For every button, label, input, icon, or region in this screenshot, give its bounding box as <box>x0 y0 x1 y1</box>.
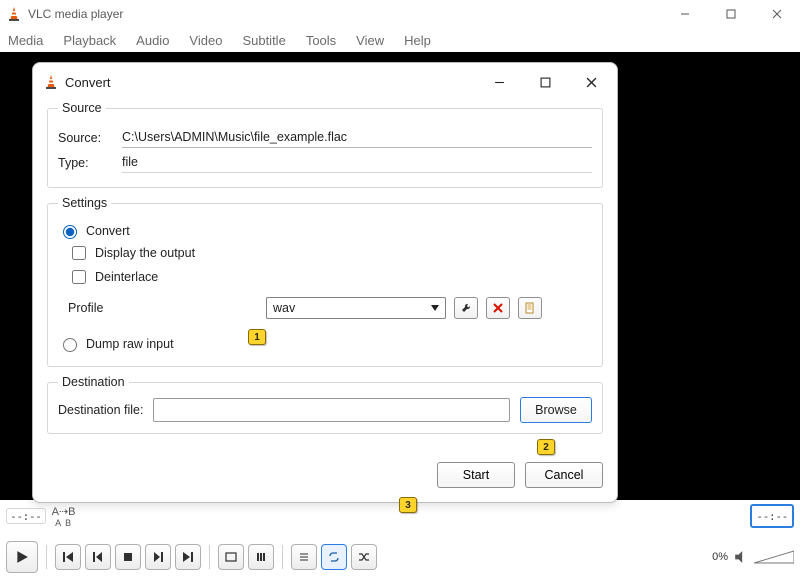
menu-help[interactable]: Help <box>404 33 431 48</box>
source-legend: Source <box>58 101 106 115</box>
main-title: VLC media player <box>28 7 123 21</box>
stop-button[interactable] <box>115 544 141 570</box>
next-button[interactable] <box>145 544 171 570</box>
destination-legend: Destination <box>58 375 129 389</box>
prev-chapter-button[interactable] <box>55 544 81 570</box>
type-value: file <box>122 152 592 173</box>
deinterlace-checkbox[interactable] <box>72 270 86 284</box>
deinterlace-label: Deinterlace <box>95 270 158 284</box>
play-button[interactable] <box>6 541 38 573</box>
playlist-button[interactable] <box>291 544 317 570</box>
fullscreen-button[interactable] <box>218 544 244 570</box>
dialog-titlebar[interactable]: Convert <box>33 63 617 101</box>
shuffle-button[interactable] <box>351 544 377 570</box>
vlc-cone-icon <box>6 6 22 22</box>
next-chapter-button[interactable] <box>175 544 201 570</box>
profile-combo[interactable]: wav <box>266 297 446 319</box>
edit-profile-button[interactable] <box>454 297 478 319</box>
dialog-minimize-button[interactable] <box>477 67 521 97</box>
delete-profile-button[interactable] <box>486 297 510 319</box>
vlc-cone-icon <box>43 74 59 90</box>
chevron-down-icon <box>431 305 439 311</box>
profile-value: wav <box>273 301 295 315</box>
callout-pin-3: 3 <box>399 497 417 513</box>
controls-bar: 0% <box>0 532 800 582</box>
dialog-title: Convert <box>65 75 111 90</box>
menu-subtitle[interactable]: Subtitle <box>242 33 285 48</box>
callout-pin-2: 2 <box>537 439 555 455</box>
speaker-icon <box>734 550 748 564</box>
browse-button[interactable]: Browse <box>520 397 592 423</box>
cancel-button[interactable]: Cancel <box>525 462 603 488</box>
volume-slider[interactable] <box>754 550 794 564</box>
time-elapsed: --:-- <box>6 508 46 524</box>
document-icon <box>524 302 536 314</box>
x-red-icon <box>492 302 504 314</box>
menu-video[interactable]: Video <box>189 33 222 48</box>
new-profile-button[interactable] <box>518 297 542 319</box>
type-label: Type: <box>58 156 114 170</box>
wrench-icon <box>460 302 472 314</box>
loop-button[interactable] <box>321 544 347 570</box>
source-group: Source Source: Type: file <box>47 101 603 188</box>
destination-file-label: Destination file: <box>58 403 143 417</box>
menu-media[interactable]: Media <box>8 33 43 48</box>
display-output-label: Display the output <box>95 246 195 260</box>
dialog-maximize-button[interactable] <box>523 67 567 97</box>
settings-legend: Settings <box>58 196 111 210</box>
dump-label: Dump raw input <box>86 337 174 351</box>
source-input[interactable] <box>122 127 592 148</box>
dump-radio[interactable] <box>63 338 77 352</box>
start-button[interactable]: Start <box>437 462 515 488</box>
time-total: --:-- <box>756 510 788 523</box>
profile-label: Profile <box>68 301 128 315</box>
menu-audio[interactable]: Audio <box>136 33 169 48</box>
ab-loop-indicator: A⇢B A B <box>52 505 76 528</box>
settings-group: Settings Convert Display the output Dein… <box>47 196 603 367</box>
time-total-box[interactable]: --:-- <box>750 504 794 528</box>
main-maximize-button[interactable] <box>708 0 754 28</box>
convert-label: Convert <box>86 224 130 238</box>
source-label: Source: <box>58 131 114 145</box>
main-minimize-button[interactable] <box>662 0 708 28</box>
prev-button[interactable] <box>85 544 111 570</box>
dialog-close-button[interactable] <box>569 67 613 97</box>
callout-pin-1: 1 <box>248 329 266 345</box>
main-menubar: Media Playback Audio Video Subtitle Tool… <box>0 28 800 52</box>
convert-dialog: Convert Source Source: Type: file Settin… <box>32 62 618 503</box>
main-close-button[interactable] <box>754 0 800 28</box>
menu-tools[interactable]: Tools <box>306 33 336 48</box>
menu-playback[interactable]: Playback <box>63 33 116 48</box>
main-titlebar: VLC media player <box>0 0 800 28</box>
destination-group: Destination Destination file: Browse <box>47 375 603 434</box>
menu-view[interactable]: View <box>356 33 384 48</box>
ext-settings-button[interactable] <box>248 544 274 570</box>
destination-file-input[interactable] <box>153 398 510 422</box>
convert-radio[interactable] <box>63 225 77 239</box>
display-output-checkbox[interactable] <box>72 246 86 260</box>
volume-percent: 0% <box>712 551 728 563</box>
